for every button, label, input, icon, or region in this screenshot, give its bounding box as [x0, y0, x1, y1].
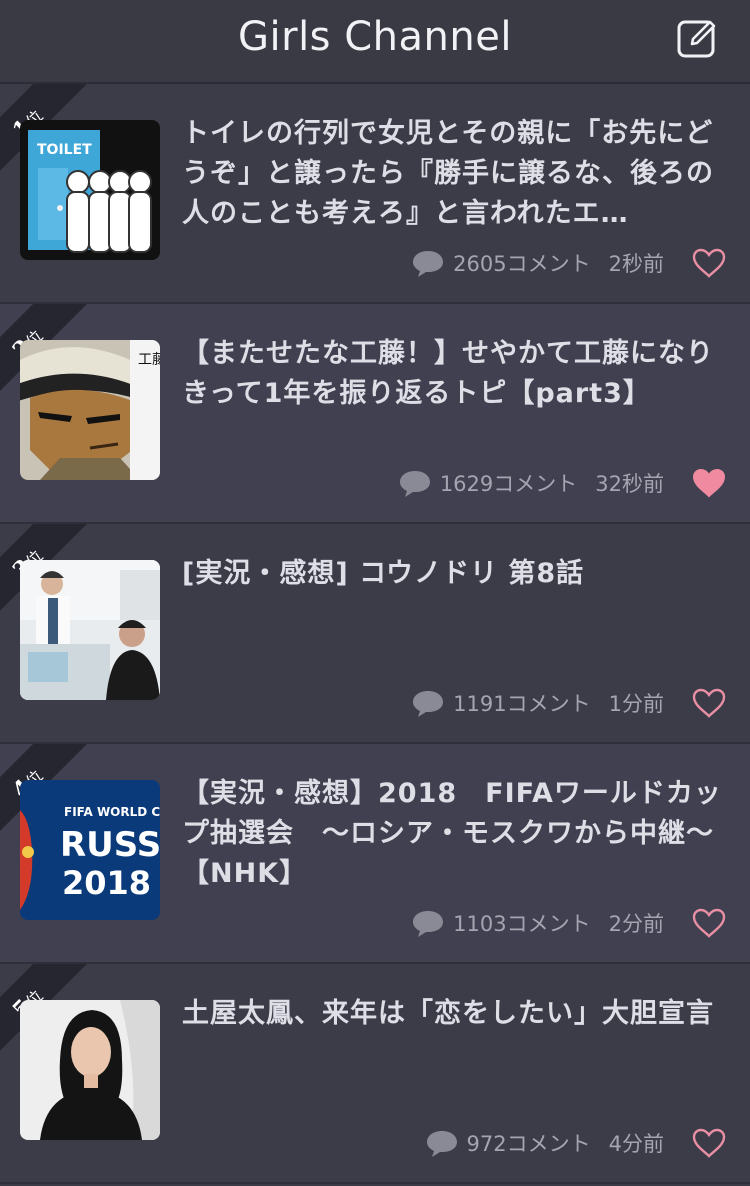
topic-row[interactable]: 3位 [実況・感想] コウノドリ 第8話 1191コメント 1分前: [0, 524, 750, 744]
topic-row[interactable]: 4位 FIFA WORLD C RUSS 2018 【実況・感想】2018 FI…: [0, 744, 750, 964]
app-header: Girls Channel: [0, 0, 750, 84]
comment-count: 2605コメント: [453, 252, 591, 276]
portrait-image: [20, 1000, 160, 1140]
topic-row[interactable]: 2位 工藤… 【またせたな工藤！】せやかて工藤になりきって1年を振り返るトピ【p…: [0, 304, 750, 524]
topic-thumbnail[interactable]: FIFA WORLD C RUSS 2018: [20, 780, 160, 920]
app-title: Girls Channel: [238, 14, 512, 60]
comment-bubble-icon: [426, 1131, 457, 1157]
topic-title[interactable]: 土屋太鳳、来年は「恋をしたい」大胆宣言: [182, 994, 722, 1034]
topic-meta: 1103コメント 2分前: [411, 908, 726, 938]
svg-text:FIFA WORLD C: FIFA WORLD C: [64, 805, 160, 819]
heart-outline-icon[interactable]: [692, 248, 726, 278]
topic-meta: 972コメント 4分前: [425, 1128, 726, 1158]
comment-bubble-icon: [413, 691, 444, 717]
topic-title[interactable]: トイレの行列で女児とその親に「お先にどうぞ」と譲ったら『勝手に譲るな、後ろの人の…: [182, 114, 722, 234]
anime-character-image: 工藤…: [20, 340, 160, 480]
topic-row[interactable]: 5位 土屋太鳳、来年は「恋をしたい」大胆宣言 972コメント 4分前: [0, 964, 750, 1184]
heart-outline-icon[interactable]: [692, 1128, 726, 1158]
time-ago: 32秒前: [595, 472, 664, 496]
time-ago: 1分前: [608, 692, 664, 716]
topic-meta: 1629コメント 32秒前: [398, 468, 726, 498]
drama-scene-image: [20, 560, 160, 700]
time-ago: 4分前: [608, 1132, 664, 1156]
svg-text:RUSS: RUSS: [60, 825, 160, 865]
topic-thumbnail[interactable]: [20, 1000, 160, 1140]
world-cup-logo-image: FIFA WORLD C RUSS 2018: [20, 780, 160, 920]
comment-count: 972コメント: [466, 1132, 591, 1156]
topic-title[interactable]: 【またせたな工藤！】せやかて工藤になりきって1年を振り返るトピ【part3】: [182, 334, 722, 414]
comment-bubble-icon: [399, 471, 430, 497]
svg-text:2018: 2018: [62, 864, 151, 902]
topic-title[interactable]: [実況・感想] コウノドリ 第8話: [182, 554, 722, 594]
svg-text:工藤…: 工藤…: [138, 352, 160, 368]
topic-row[interactable]: 1位 TOILET トイレの行列で女児とその親に「お先にどうぞ」と譲ったら『勝手…: [0, 84, 750, 304]
time-ago: 2分前: [608, 912, 664, 936]
heart-filled-icon[interactable]: [692, 468, 726, 498]
comment-bubble-icon: [413, 251, 444, 277]
comment-count: 1103コメント: [453, 912, 591, 936]
heart-outline-icon[interactable]: [692, 688, 726, 718]
topic-thumbnail[interactable]: [20, 560, 160, 700]
topic-title[interactable]: 【実況・感想】2018 FIFAワールドカップ抽選会 ～ロシア・モスクワから中継…: [182, 774, 722, 894]
compose-icon[interactable]: [676, 16, 720, 60]
comment-bubble-icon: [413, 911, 444, 937]
heart-outline-icon[interactable]: [692, 908, 726, 938]
comment-count: 1629コメント: [439, 472, 578, 496]
svg-text:TOILET: TOILET: [37, 142, 92, 158]
topic-thumbnail[interactable]: 工藤…: [20, 340, 160, 480]
topic-thumbnail[interactable]: TOILET: [20, 120, 160, 260]
toilet-illustration: TOILET: [20, 120, 160, 260]
comment-count: 1191コメント: [453, 692, 591, 716]
topic-meta: 2605コメント 2秒前: [411, 248, 726, 278]
time-ago: 2秒前: [608, 252, 664, 276]
topic-meta: 1191コメント 1分前: [411, 688, 726, 718]
topic-list: 1位 TOILET トイレの行列で女児とその親に「お先にどうぞ」と譲ったら『勝手…: [0, 84, 750, 1184]
